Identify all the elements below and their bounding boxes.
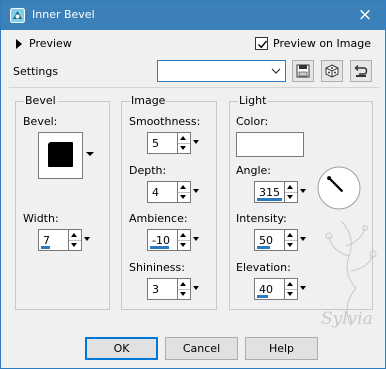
angle-level-bar [257, 198, 282, 201]
ambience-label: Ambience: [129, 212, 188, 225]
signature-text: Sylvia [321, 309, 373, 329]
width-label: Width: [23, 212, 59, 225]
stepper-divider [178, 192, 190, 193]
smoothness-value[interactable]: 5 [147, 132, 178, 154]
reset-icon [354, 65, 368, 77]
chevron-down-icon [86, 152, 94, 156]
arrow-down-icon [71, 243, 77, 247]
arrow-up-icon [180, 185, 186, 189]
shininess-dropdown[interactable] [192, 278, 201, 300]
preview-label: Preview [29, 37, 72, 50]
smoothness-stepper[interactable] [178, 132, 191, 154]
preview-on-image-label: Preview on Image [273, 37, 371, 50]
ok-button[interactable]: OK [85, 337, 158, 360]
angle-label: Angle: [236, 164, 272, 177]
arrow-up-icon [287, 282, 293, 286]
stepper-divider [178, 143, 190, 144]
angle-dial[interactable] [316, 165, 362, 211]
width-dropdown[interactable] [83, 229, 92, 251]
expand-arrow-icon [16, 39, 22, 49]
stepper-divider [285, 192, 297, 193]
bevel-group-title: Bevel [24, 94, 57, 107]
settings-label: Settings [13, 65, 59, 78]
stepper-divider [285, 240, 297, 241]
arrow-down-icon [180, 292, 186, 296]
shininess-label: Shininess: [129, 261, 185, 274]
depth-dropdown[interactable] [192, 181, 201, 203]
arrow-down-icon [287, 243, 293, 247]
checkbox-checked-icon [255, 37, 268, 50]
settings-preset-select[interactable] [157, 60, 286, 82]
intensity-level-bar [257, 246, 270, 249]
light-group-title: Light [238, 94, 268, 107]
chevron-down-icon [84, 237, 90, 241]
bevel-shape-icon [48, 142, 73, 167]
elevation-stepper[interactable] [285, 278, 298, 300]
bevel-label: Bevel: [23, 115, 58, 128]
ambience-stepper[interactable] [178, 229, 191, 251]
angle-dropdown[interactable] [299, 181, 308, 203]
help-button[interactable]: Help [245, 337, 318, 360]
intensity-label: Intensity: [236, 212, 287, 225]
elevation-label: Elevation: [236, 261, 291, 274]
chevron-down-icon [193, 286, 199, 290]
reset-button[interactable] [350, 60, 372, 82]
chevron-down-icon [271, 68, 281, 74]
arrow-down-icon [180, 146, 186, 150]
bevel-shape-dropdown[interactable] [83, 132, 96, 179]
app-icon [10, 8, 25, 23]
arrow-down-icon [287, 292, 293, 296]
arrow-up-icon [180, 282, 186, 286]
depth-stepper[interactable] [178, 181, 191, 203]
cancel-button[interactable]: Cancel [165, 337, 238, 360]
light-color-swatch[interactable] [236, 132, 304, 157]
angle-stepper[interactable] [285, 181, 298, 203]
image-group-title: Image [130, 94, 167, 107]
save-preset-button[interactable] [292, 60, 314, 82]
inner-bevel-dialog: Inner Bevel × Preview Preview on Image S… [0, 0, 386, 369]
arrow-up-icon [287, 185, 293, 189]
close-icon: × [357, 5, 373, 25]
title-bar[interactable]: Inner Bevel × [1, 1, 385, 30]
arrow-down-icon [180, 243, 186, 247]
stepper-divider [178, 240, 190, 241]
smoothness-label: Smoothness: [129, 115, 201, 128]
color-label: Color: [236, 115, 269, 128]
stepper-divider [178, 289, 190, 290]
width-level-bar [41, 246, 50, 249]
close-button[interactable]: × [346, 1, 384, 30]
stepper-divider [285, 289, 297, 290]
arrow-down-icon [180, 195, 186, 199]
separator [9, 87, 379, 88]
arrow-up-icon [180, 136, 186, 140]
randomize-icon [325, 64, 339, 78]
ambience-level-bar [150, 246, 169, 249]
shininess-value[interactable]: 3 [147, 278, 178, 300]
width-stepper[interactable] [69, 229, 82, 251]
chevron-down-icon [193, 237, 199, 241]
arrow-down-icon [287, 195, 293, 199]
arrow-up-icon [287, 233, 293, 237]
chevron-down-icon [300, 189, 306, 193]
window-title: Inner Bevel [32, 8, 95, 21]
chevron-down-icon [193, 140, 199, 144]
ambience-dropdown[interactable] [192, 229, 201, 251]
depth-value[interactable]: 4 [147, 181, 178, 203]
intensity-stepper[interactable] [285, 229, 298, 251]
shininess-stepper[interactable] [178, 278, 191, 300]
elevation-level-bar [257, 295, 268, 298]
randomize-button[interactable] [321, 60, 343, 82]
chevron-down-icon [193, 189, 199, 193]
stepper-divider [69, 240, 81, 241]
smoothness-dropdown[interactable] [192, 132, 201, 154]
depth-label: Depth: [129, 164, 167, 177]
arrow-up-icon [71, 233, 77, 237]
save-preset-icon [296, 64, 310, 78]
bevel-shape-swatch[interactable] [38, 132, 83, 179]
arrow-up-icon [180, 233, 186, 237]
